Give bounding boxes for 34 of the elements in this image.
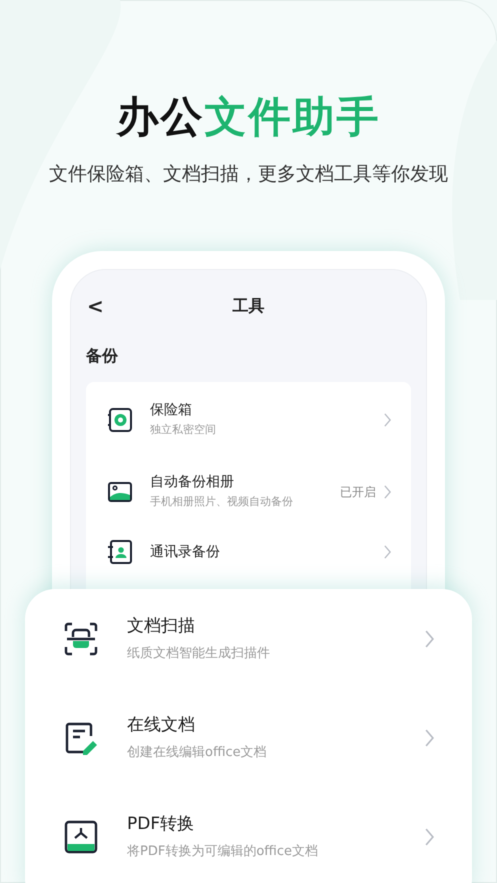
safe-icon [106, 406, 134, 434]
screen-title: 工具 [232, 294, 264, 316]
status-label: 已开启 [340, 484, 376, 500]
chevron-right-icon [384, 412, 391, 426]
item-subtitle: 独立私密空间 [150, 422, 217, 438]
tool-title: 在线文档 [127, 714, 196, 737]
item-title: 自动备份相册 [150, 473, 235, 492]
tool-item[interactable]: 文档扫描 纸质文档智能生成扫描件 [63, 589, 434, 688]
item-title: 保险箱 [150, 401, 193, 420]
headline-text: 文件助手 [204, 92, 380, 141]
tool-item[interactable]: 在线文档 创建在线编辑office文档 [63, 688, 434, 787]
headline-text: 办公 [116, 92, 204, 141]
chevron-right-icon [384, 544, 391, 558]
chevron-right-icon [425, 630, 434, 648]
chevron-right-icon [425, 828, 434, 846]
tagline: 文件保险箱、文档扫描，更多文档工具等你发现 [49, 162, 448, 187]
tool-subtitle: 将PDF转换为可编辑的office文档 [127, 842, 319, 861]
tool-item[interactable]: PDF转换 将PDF转换为可编辑的office文档 [63, 787, 434, 883]
backup-item[interactable]: 自动备份相册 手机相册照片、视频自动备份 已开启 [106, 456, 391, 528]
contact-book-icon [106, 538, 134, 566]
chevron-right-icon [384, 484, 391, 498]
pdf-icon [63, 818, 99, 854]
backup-item[interactable]: 保险箱 独立私密空间 [106, 384, 391, 456]
chevron-right-icon [425, 728, 434, 746]
tool-title: 文档扫描 [127, 614, 196, 638]
item-title: 通讯录备份 [150, 542, 221, 562]
tool-title: PDF转换 [127, 812, 196, 836]
tool-subtitle: 创建在线编辑office文档 [127, 744, 268, 762]
item-subtitle: 手机相册照片、视频自动备份 [150, 494, 294, 510]
section-heading: 备份 [86, 344, 119, 366]
tool-subtitle: 纸质文档智能生成扫描件 [127, 644, 271, 663]
scan-icon [63, 620, 99, 656]
back-button[interactable]: < [87, 290, 104, 320]
backup-item[interactable]: 通讯录备份 [106, 528, 391, 572]
